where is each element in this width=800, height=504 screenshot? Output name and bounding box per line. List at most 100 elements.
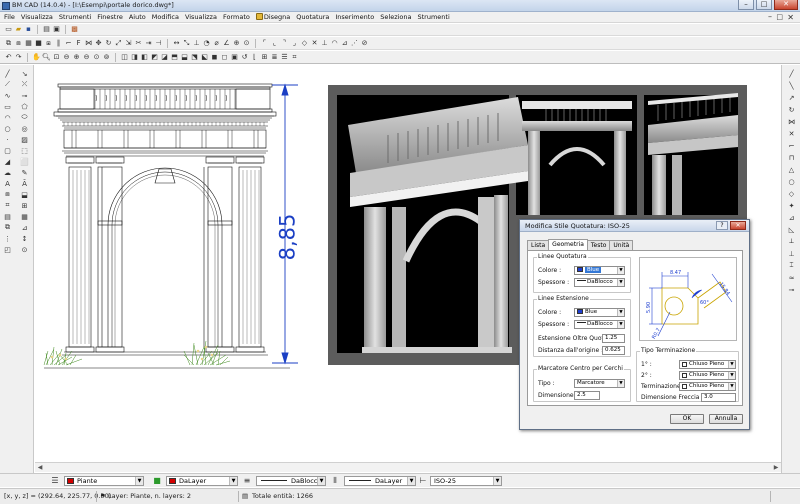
lineweight-icon[interactable]: ⦀ [330, 476, 340, 486]
zoom-in-icon[interactable]: ⊕ [72, 53, 81, 62]
snap-side-icon[interactable]: ⊸ [787, 285, 796, 294]
trim-icon[interactable]: ✂ [134, 39, 143, 48]
explode-side-icon[interactable]: ⌶ [787, 261, 796, 270]
close-button[interactable]: ✕ [774, 0, 798, 10]
array-icon[interactable]: ▦ [24, 39, 33, 48]
solid-icon[interactable]: ◢ [3, 157, 12, 166]
zoom-extents-icon[interactable]: ⊚ [102, 53, 111, 62]
scroll-left-icon[interactable]: ◀ [35, 463, 45, 472]
xref-icon[interactable]: ⧉ [3, 223, 12, 232]
scale-icon[interactable]: ⤢ [114, 39, 123, 48]
ext-beyond-input[interactable]: 1.25 [602, 334, 625, 343]
dialog-close-button[interactable]: ✕ [730, 221, 746, 230]
menu-visualizza-cad[interactable]: Visualizza [182, 13, 220, 21]
lengthen-side-icon[interactable]: ⟂ [787, 237, 796, 246]
snap-nearest-icon[interactable]: ⊿ [340, 39, 349, 48]
region-icon[interactable]: ▢ [3, 146, 12, 155]
circle-icon[interactable]: ○ [3, 124, 12, 133]
delete-side-icon[interactable]: ✕ [787, 129, 796, 138]
rotate-side-icon[interactable]: ↻ [787, 105, 796, 114]
insert-block-icon[interactable]: ⬓ [20, 190, 29, 199]
color-select[interactable]: DaLayer ▼ [166, 476, 238, 486]
viewports-icon[interactable]: ⊞ [260, 53, 269, 62]
dimstyle-select[interactable]: ISO-25 ▼ [430, 476, 502, 486]
tab-geometria[interactable]: Geometria [548, 239, 588, 250]
distance-icon[interactable]: ↕ [20, 234, 29, 243]
dim-aligned-icon[interactable]: ⤡ [182, 39, 191, 48]
ucs-icon[interactable]: ⌊ [250, 53, 259, 62]
ext-lines-weight-select[interactable]: DaBlocco ▼ [574, 320, 625, 329]
zoom-realtime-icon[interactable]: 🔍︎ [42, 53, 51, 62]
zoom-all-icon[interactable]: ⊙ [92, 53, 101, 62]
view-front-icon[interactable]: ◨ [130, 53, 139, 62]
view-iso-sw-icon[interactable]: ◩ [150, 53, 159, 62]
center-mark-type-select[interactable]: Marcatore ▼ [574, 379, 625, 388]
trim-side-icon[interactable]: ⌐ [787, 141, 796, 150]
stretch-icon[interactable]: ⇲ [124, 39, 133, 48]
dim-center-icon[interactable]: ⊕ [232, 39, 241, 48]
layer-select[interactable]: Piante ▼ [64, 476, 144, 486]
arrow-leader-select[interactable]: Chiuso Pieno ▼ [679, 382, 736, 391]
menu-quotatura[interactable]: Quotatura [293, 13, 332, 21]
fillet-side-icon[interactable]: ○ [787, 177, 796, 186]
snap-extension-icon[interactable]: ⋰ [350, 39, 359, 48]
move-icon[interactable]: ✥ [94, 39, 103, 48]
lineweight-select[interactable]: DaLayer ▼ [344, 476, 416, 486]
revcloud-icon[interactable]: ☁ [3, 168, 12, 177]
fillet-icon[interactable]: ⌐ [64, 39, 73, 48]
menu-visualizza[interactable]: Visualizza [18, 13, 56, 21]
wireframe-icon[interactable]: ◻ [220, 53, 229, 62]
snap-midpoint-icon[interactable]: ⌞ [270, 39, 279, 48]
erase-icon[interactable]: ╱ [787, 69, 796, 78]
snap-node-icon[interactable]: ⌟ [290, 39, 299, 48]
zoom-previous-icon[interactable]: ⊖ [62, 53, 71, 62]
color-cube-icon[interactable]: ■ [152, 476, 162, 486]
maximize-button[interactable]: □ [756, 0, 772, 10]
scale-side-icon[interactable]: ◺ [787, 225, 796, 234]
cube-icon[interactable]: ■ [34, 39, 43, 48]
scroll-right-icon[interactable]: ▶ [771, 463, 781, 472]
horizontal-scrollbar[interactable]: ◀ ▶ [35, 462, 781, 472]
layers-icon[interactable]: ☰ [280, 53, 289, 62]
linetype-icon[interactable]: ≡ [242, 476, 252, 486]
dim-ordinate-icon[interactable]: ⊥ [192, 39, 201, 48]
layers-manager-icon[interactable]: ☰ [50, 476, 60, 486]
table-icon[interactable]: ⊞ [20, 201, 29, 210]
menu-file[interactable]: File [1, 13, 18, 21]
shade-icon[interactable]: ◼ [210, 53, 219, 62]
mtext-icon[interactable]: Ā [20, 179, 29, 188]
snap-perpendicular-icon[interactable]: ⊥ [320, 39, 329, 48]
image-icon[interactable]: ▤ [3, 212, 12, 221]
tab-lista[interactable]: Lista [527, 240, 550, 250]
menu-formato[interactable]: Formato [220, 13, 253, 21]
properties-icon[interactable]: ≣ [270, 53, 279, 62]
menu-strumenti-cad[interactable]: Strumenti [415, 13, 453, 21]
text-icon[interactable]: A [3, 179, 12, 188]
move-side-icon[interactable]: ↗ [787, 93, 796, 102]
print-preview-icon[interactable]: ▣ [52, 25, 61, 34]
center-mark-size-input[interactable]: 2.5 [574, 391, 600, 400]
point-icon[interactable]: · [3, 135, 12, 144]
extend-side-icon[interactable]: ⊓ [787, 153, 796, 162]
mirror-side-icon[interactable]: ⋈ [787, 117, 796, 126]
view-side-icon[interactable]: ◧ [140, 53, 149, 62]
xline-icon[interactable]: ⤫ [20, 80, 29, 89]
snap-center-icon[interactable]: ⌝ [280, 39, 289, 48]
redo-icon[interactable]: ↷ [14, 53, 23, 62]
array-side-icon[interactable]: ✦ [787, 201, 796, 210]
ext-origin-input[interactable]: 0.625 [602, 346, 625, 355]
linetype-select[interactable]: DaBlocco ▼ [256, 476, 326, 486]
chamfer-icon[interactable]: F [74, 39, 83, 48]
arrow-second-select[interactable]: Chiuso Pieno ▼ [679, 371, 736, 380]
menu-disegna[interactable]: Disegna [253, 13, 293, 21]
hide-icon[interactable]: ▣ [230, 53, 239, 62]
extend-icon[interactable]: ⇥ [144, 39, 153, 48]
break-icon[interactable]: ⊣ [154, 39, 163, 48]
ext-lines-color-select[interactable]: Blue ▼ [574, 308, 625, 317]
copy-side-icon[interactable]: ╲ [787, 81, 796, 90]
arc-icon[interactable]: ◠ [3, 113, 12, 122]
dimstyle-icon[interactable]: ⊢ [418, 476, 428, 486]
copy-icon[interactable]: ⧉ [4, 39, 13, 48]
pan-icon[interactable]: ✋ [32, 53, 41, 62]
snap-intersection-icon[interactable]: ✕ [310, 39, 319, 48]
